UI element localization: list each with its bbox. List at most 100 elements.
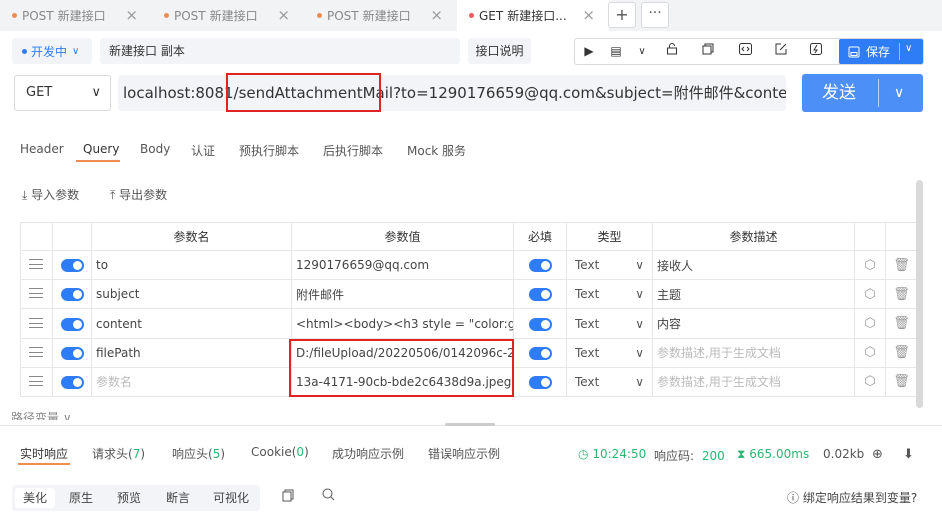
cube-icon[interactable]: ⬡ xyxy=(864,287,875,302)
trash-icon[interactable]: 🗑 xyxy=(893,287,910,302)
drag-handle-icon[interactable] xyxy=(29,288,43,299)
param-desc[interactable]: 参数描述,用于生成文档 xyxy=(652,337,855,368)
required-toggle[interactable] xyxy=(528,346,552,360)
request-tab[interactable]: POST 新建接口 × xyxy=(152,0,304,31)
tab-label: Cookie xyxy=(251,445,292,459)
tab-body[interactable]: Body xyxy=(140,142,170,156)
chevron-down-icon[interactable]: ∨ xyxy=(629,39,655,64)
required-toggle[interactable] xyxy=(528,288,552,302)
code-icon[interactable] xyxy=(732,39,758,64)
param-desc[interactable]: 内容 xyxy=(652,308,855,339)
status-dropdown[interactable]: 开发中 ∨ xyxy=(12,38,92,64)
search-icon[interactable] xyxy=(322,488,335,505)
new-tab-button[interactable]: + xyxy=(608,2,636,28)
param-value[interactable]: 附件邮件 xyxy=(291,279,514,310)
bind-response-link[interactable]: ⓘ 绑定响应结果到变量? xyxy=(787,489,917,506)
cube-icon[interactable]: ⬡ xyxy=(864,258,875,273)
type-select[interactable]: Text ∨ xyxy=(571,287,648,301)
format-visualize[interactable]: 可视化 xyxy=(213,485,249,511)
more-tabs-button[interactable]: ··· xyxy=(641,2,669,28)
param-name[interactable]: content xyxy=(91,308,292,339)
tab-pre-script[interactable]: 预执行脚本 xyxy=(239,142,299,159)
enable-toggle[interactable] xyxy=(60,346,84,360)
path-variables-label[interactable]: 路径变量 ∨ xyxy=(11,412,72,420)
import-params-button[interactable]: ⤓ 导入参数 xyxy=(22,186,79,203)
trash-icon[interactable]: 🗑 xyxy=(893,316,910,331)
trash-icon[interactable]: 🗑 xyxy=(893,345,910,360)
param-name[interactable]: to xyxy=(91,250,292,281)
request-tab[interactable]: POST 新建接口 × xyxy=(0,0,152,31)
param-value[interactable]: <html><body><h3 style = "color:gr xyxy=(291,308,514,339)
param-value[interactable]: 1290176659@qq.com xyxy=(291,250,514,281)
tab-post-script[interactable]: 后执行脚本 xyxy=(323,142,383,159)
trash-icon[interactable]: 🗑 xyxy=(893,258,910,273)
tab-mock[interactable]: Mock 服务 xyxy=(407,142,466,159)
enable-toggle[interactable] xyxy=(60,317,84,331)
close-icon[interactable]: × xyxy=(277,6,290,24)
save-button[interactable]: 保存 ∨ xyxy=(839,39,923,64)
cube-icon[interactable]: ⬡ xyxy=(864,345,875,360)
tab-response-headers[interactable]: 响应头(5) xyxy=(172,445,225,462)
tab-success-example[interactable]: 成功响应示例 xyxy=(332,445,404,462)
tab-live-response[interactable]: 实时响应 xyxy=(20,445,68,462)
required-toggle[interactable] xyxy=(528,259,552,273)
tab-query[interactable]: Query xyxy=(83,142,119,156)
type-select[interactable]: Text ∨ xyxy=(571,375,648,389)
download-icon[interactable]: ⬇ xyxy=(903,447,914,462)
format-preview[interactable]: 预览 xyxy=(117,485,141,511)
format-assert[interactable]: 断言 xyxy=(166,485,190,511)
enable-toggle[interactable] xyxy=(60,259,84,273)
play-icon[interactable]: ▶ xyxy=(576,39,602,64)
param-desc[interactable]: 接收人 xyxy=(652,250,855,281)
close-icon[interactable]: × xyxy=(125,6,138,24)
drag-handle-icon[interactable] xyxy=(29,375,43,386)
drag-handle-icon[interactable] xyxy=(29,259,43,270)
required-toggle[interactable] xyxy=(528,317,552,331)
panel-icon[interactable]: ▤ xyxy=(603,39,629,64)
cube-icon[interactable]: ⬡ xyxy=(864,374,875,389)
type-select[interactable]: Text ∨ xyxy=(571,317,648,331)
request-tab[interactable]: POST 新建接口 × xyxy=(305,0,457,31)
type-select[interactable]: Text ∨ xyxy=(571,346,648,360)
param-name[interactable]: subject xyxy=(91,279,292,310)
resize-handle[interactable] xyxy=(445,423,495,426)
param-desc[interactable]: 主题 xyxy=(652,279,855,310)
send-button[interactable]: 发送 ∨ xyxy=(802,74,923,112)
globe-icon[interactable]: ⊕ xyxy=(872,447,883,462)
api-name-input[interactable]: 新建接口 副本 xyxy=(100,38,460,64)
copy-icon[interactable] xyxy=(282,489,294,505)
method-select[interactable]: GET ∨ xyxy=(14,75,111,111)
format-beautify[interactable]: 美化 xyxy=(15,488,56,508)
tab-error-example[interactable]: 错误响应示例 xyxy=(428,445,500,462)
required-toggle[interactable] xyxy=(528,375,552,389)
tab-auth[interactable]: 认证 xyxy=(191,142,215,159)
cube-icon[interactable]: ⬡ xyxy=(864,316,875,331)
lock-icon[interactable] xyxy=(659,39,685,64)
param-name[interactable]: 参数名 xyxy=(91,366,292,398)
tab-request-headers[interactable]: 请求头(7) xyxy=(92,445,145,462)
chevron-down-icon[interactable]: ∨ xyxy=(905,43,912,54)
copy-icon[interactable] xyxy=(695,39,721,64)
drag-handle-icon[interactable] xyxy=(29,346,43,357)
trash-icon[interactable]: 🗑 xyxy=(893,374,910,389)
edit-icon[interactable] xyxy=(768,39,794,64)
format-raw[interactable]: 原生 xyxy=(69,485,93,511)
flash-icon[interactable] xyxy=(803,39,829,64)
param-name[interactable]: filePath xyxy=(91,337,292,368)
tab-cookie[interactable]: Cookie(0) xyxy=(251,445,309,459)
export-params-button[interactable]: ⤒ 导出参数 xyxy=(110,186,167,203)
param-desc[interactable]: 参数描述,用于生成文档 xyxy=(652,366,855,398)
close-icon[interactable]: × xyxy=(582,6,595,24)
help-icon: ⓘ xyxy=(787,491,800,505)
url-input[interactable]: localhost:8081/sendAttachmentMail?to=129… xyxy=(118,75,786,111)
request-tab-active[interactable]: GET 新建接口... × xyxy=(457,0,609,31)
enable-toggle[interactable] xyxy=(60,375,84,389)
scrollbar[interactable] xyxy=(916,180,923,408)
doc-button[interactable]: 接口说明 xyxy=(468,38,531,64)
drag-handle-icon[interactable] xyxy=(29,317,43,328)
chevron-down-icon[interactable]: ∨ xyxy=(894,74,904,112)
tab-header[interactable]: Header xyxy=(20,142,64,156)
enable-toggle[interactable] xyxy=(60,288,84,302)
type-select[interactable]: Text ∨ xyxy=(571,258,648,272)
close-icon[interactable]: × xyxy=(430,6,443,24)
